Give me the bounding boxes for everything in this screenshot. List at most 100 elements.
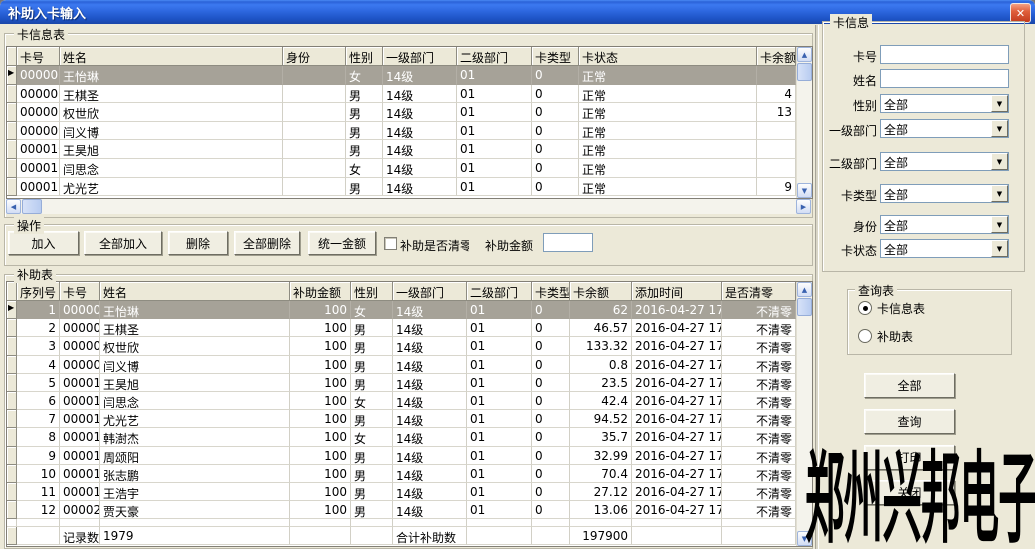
scroll-down-icon[interactable]: ▼ xyxy=(797,183,812,198)
table-row[interactable]: 9000017周颂阳100男14级01032.992016-04-27 17:1… xyxy=(7,447,796,465)
cell: 000024 xyxy=(60,501,100,519)
scroll-right-icon[interactable]: ▶ xyxy=(796,199,811,214)
table-row[interactable]: 2000007王棋圣100男14级01046.572016-04-27 17:1… xyxy=(7,319,796,337)
chevron-down-icon[interactable]: ▼ xyxy=(991,216,1008,233)
column-header[interactable]: 卡类型 xyxy=(532,282,570,301)
cell: 000012 xyxy=(60,392,100,410)
table-row[interactable]: ▶000005王怡琳女14级010正常 xyxy=(7,66,796,85)
query-table-radio[interactable] xyxy=(858,301,872,315)
column-header[interactable]: 补助金额 xyxy=(290,282,351,301)
scroll-up-icon[interactable]: ▲ xyxy=(797,47,812,62)
column-header[interactable]: 卡类型 xyxy=(532,47,579,66)
table-row[interactable]: 3000008权世欣100男14级010133.322016-04-27 17:… xyxy=(7,337,796,355)
cell: 0 xyxy=(532,356,570,374)
add-all-button[interactable]: 全部加入 xyxy=(84,231,162,255)
column-header[interactable]: 性别 xyxy=(351,282,393,301)
cell xyxy=(290,519,351,527)
table-row[interactable]: 4000009闫义博100男14级0100.82016-04-27 17:10:… xyxy=(7,356,796,374)
chevron-down-icon[interactable]: ▼ xyxy=(991,95,1008,112)
scroll-left-icon[interactable]: ◀ xyxy=(6,199,21,214)
chevron-down-icon[interactable]: ▼ xyxy=(991,185,1008,202)
column-header[interactable]: 卡号 xyxy=(17,47,60,66)
scrollbar-thumb[interactable] xyxy=(797,63,812,81)
cell xyxy=(393,519,467,527)
clear-subsidy-checkbox[interactable] xyxy=(384,237,397,250)
cell: 14级 xyxy=(393,483,467,501)
print-button[interactable]: 打印 xyxy=(864,445,955,470)
cell: 0 xyxy=(532,337,570,355)
table-row[interactable]: 5000010王昊旭100男14级01023.52016-04-27 17:10… xyxy=(7,374,796,392)
table-row[interactable]: 000010王昊旭男14级010正常 xyxy=(7,140,796,159)
table-row[interactable]: 000012闫思念女14级010正常 xyxy=(7,159,796,178)
name-input[interactable] xyxy=(880,69,1009,88)
table-row[interactable]: 6000012闫思念100女14级01042.42016-04-27 17:10… xyxy=(7,392,796,410)
filter-dropdown[interactable]: 全部▼ xyxy=(880,152,1009,171)
cell: 14级 xyxy=(393,319,467,337)
column-header[interactable]: 是否清零 xyxy=(722,282,796,301)
cell: 0 xyxy=(532,122,579,141)
cell: 14级 xyxy=(383,85,457,104)
scrollbar-thumb[interactable] xyxy=(22,199,42,214)
column-header[interactable]: 二级部门 xyxy=(467,282,532,301)
delete-all-button[interactable]: 全部删除 xyxy=(234,231,300,255)
add-button[interactable]: 加入 xyxy=(8,231,79,255)
column-header[interactable]: 姓名 xyxy=(100,282,290,301)
close-window-button[interactable]: 关闭 xyxy=(864,480,955,505)
filter-field-label: 一级部门 xyxy=(824,122,877,139)
table-row[interactable]: 000007王棋圣男14级010正常4 xyxy=(7,85,796,104)
filter-dropdown[interactable]: 全部▼ xyxy=(880,184,1009,203)
column-header[interactable]: 卡号 xyxy=(60,282,100,301)
column-header[interactable]: 卡余额 xyxy=(757,47,796,66)
column-header[interactable]: 添加时间 xyxy=(632,282,722,301)
scrollbar-thumb[interactable] xyxy=(797,298,812,316)
vertical-scrollbar[interactable]: ▲▼ xyxy=(796,282,812,546)
column-header[interactable]: 性别 xyxy=(346,47,383,66)
footer-cell xyxy=(467,527,532,545)
card-no-input[interactable] xyxy=(880,45,1009,64)
table-row[interactable]: 000008权世欣男14级010正常13 xyxy=(7,103,796,122)
query-table-radio[interactable] xyxy=(858,329,872,343)
table-row[interactable]: 10000018张志鹏100男14级01070.42016-04-27 17:1… xyxy=(7,465,796,483)
cell: 0 xyxy=(532,103,579,122)
table-row[interactable]: ▶1000005王怡琳100女14级010622016-04-27 17:10:… xyxy=(7,301,796,319)
column-header[interactable]: 二级部门 xyxy=(457,47,532,66)
filter-dropdown[interactable]: 全部▼ xyxy=(880,94,1009,113)
column-header[interactable]: 卡余额 xyxy=(570,282,632,301)
column-header[interactable]: 身份 xyxy=(283,47,346,66)
chevron-down-icon[interactable]: ▼ xyxy=(991,240,1008,257)
query-button[interactable]: 查询 xyxy=(864,409,955,434)
column-header[interactable]: 卡状态 xyxy=(579,47,757,66)
scroll-down-icon[interactable]: ▼ xyxy=(797,531,812,546)
chevron-down-icon[interactable]: ▼ xyxy=(991,153,1008,170)
close-icon[interactable]: ✕ xyxy=(1010,3,1031,23)
cell: 不清零 xyxy=(722,337,796,355)
table-row[interactable]: 8000016韩澍杰100女14级01035.72016-04-27 17:10… xyxy=(7,428,796,446)
card-info-hscrollbar[interactable]: ◀▶ xyxy=(6,199,811,214)
scroll-up-icon[interactable]: ▲ xyxy=(797,282,812,297)
filter-dropdown[interactable]: 全部▼ xyxy=(880,215,1009,234)
row-selector-cell xyxy=(7,356,17,374)
subsidy-amount-input[interactable] xyxy=(543,233,593,252)
filter-dropdown[interactable]: 全部▼ xyxy=(880,119,1009,138)
cell: 男 xyxy=(351,465,393,483)
cell: 男 xyxy=(351,319,393,337)
table-row[interactable]: 11000019王浩宇100男14级01027.122016-04-27 17:… xyxy=(7,483,796,501)
filter-dropdown[interactable]: 全部▼ xyxy=(880,239,1009,258)
unify-amount-button[interactable]: 统一金额 xyxy=(308,231,376,255)
cell: 14级 xyxy=(383,159,457,178)
delete-button[interactable]: 删除 xyxy=(168,231,228,255)
cell: 0 xyxy=(532,501,570,519)
column-header[interactable]: 姓名 xyxy=(60,47,283,66)
column-header[interactable]: 序列号 xyxy=(17,282,60,301)
table-row[interactable]: 7000015尤光艺100男14级01094.522016-04-27 17:1… xyxy=(7,410,796,428)
cell: 男 xyxy=(351,501,393,519)
all-button[interactable]: 全部 xyxy=(864,373,955,398)
cell: 01 xyxy=(457,103,532,122)
table-row[interactable]: 000015尤光艺男14级010正常9 xyxy=(7,178,796,197)
column-header[interactable]: 一级部门 xyxy=(383,47,457,66)
chevron-down-icon[interactable]: ▼ xyxy=(991,120,1008,137)
table-row[interactable]: 12000024贾天豪100男14级01013.062016-04-27 17:… xyxy=(7,501,796,519)
vertical-scrollbar[interactable]: ▲▼ xyxy=(796,47,812,198)
table-row[interactable]: 000009闫义博男14级010正常 xyxy=(7,122,796,141)
column-header[interactable]: 一级部门 xyxy=(393,282,467,301)
